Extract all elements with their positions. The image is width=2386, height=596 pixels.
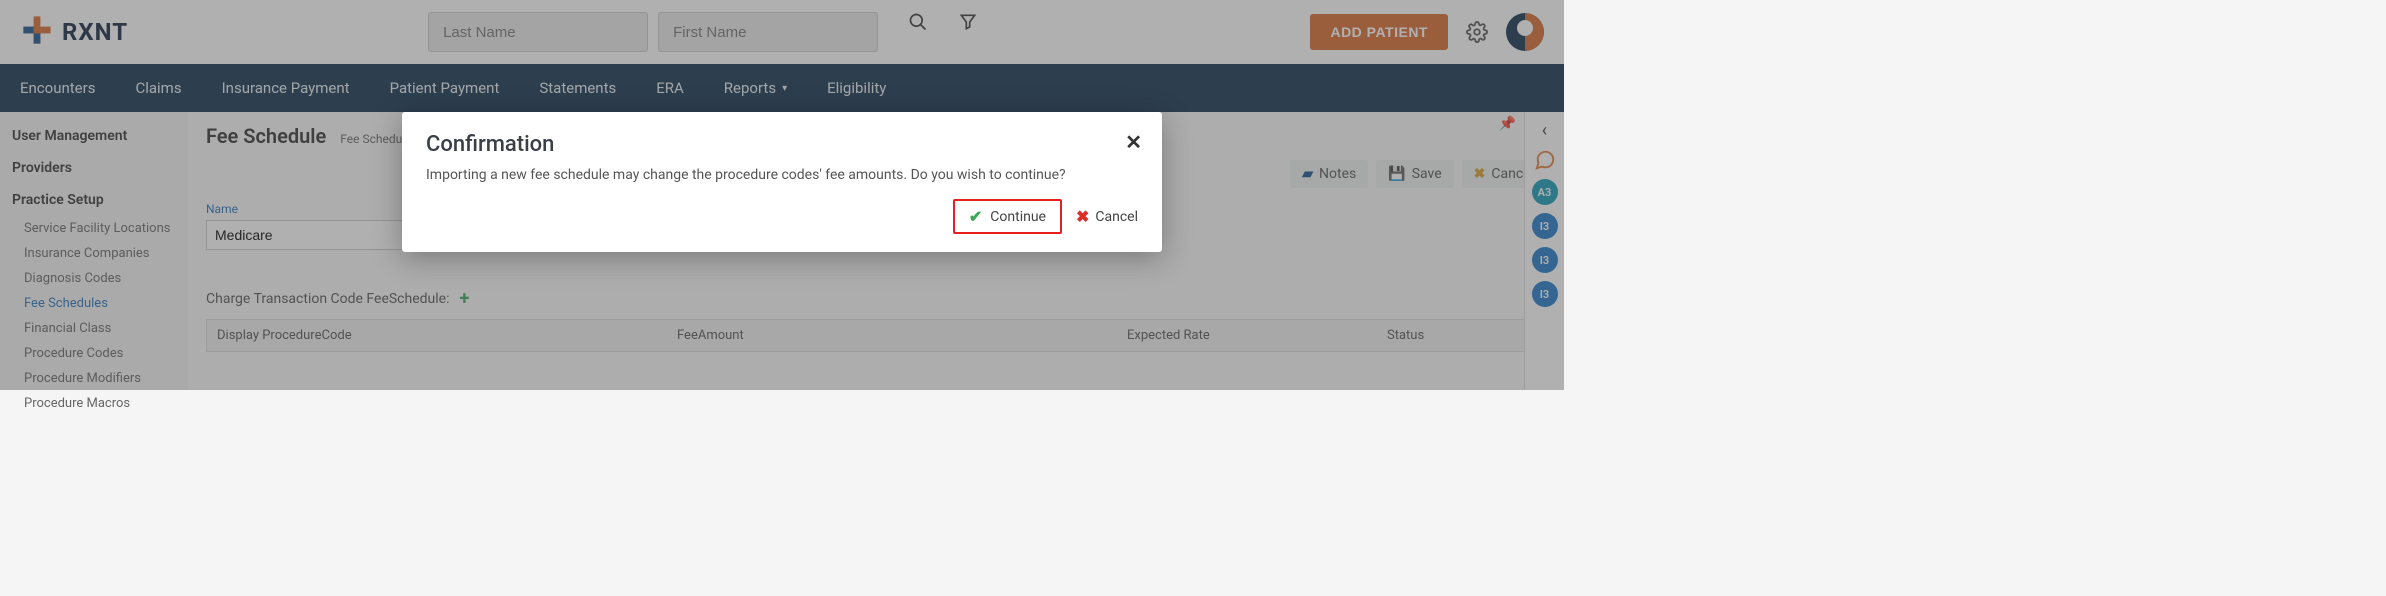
check-icon: ✔ (969, 207, 982, 226)
confirmation-modal: Confirmation ✕ Importing a new fee sched… (402, 112, 1162, 252)
x-icon: ✖ (1076, 207, 1089, 226)
modal-cancel-label: Cancel (1095, 209, 1138, 225)
sidebar-procedure-macros[interactable]: Procedure Macros (0, 391, 188, 416)
modal-body: Importing a new fee schedule may change … (426, 167, 1138, 183)
modal-title: Confirmation (426, 132, 1138, 157)
modal-cancel-button[interactable]: ✖ Cancel (1076, 207, 1138, 226)
continue-label: Continue (990, 209, 1046, 225)
modal-close-icon[interactable]: ✕ (1125, 130, 1142, 154)
continue-button[interactable]: ✔ Continue (953, 199, 1062, 234)
